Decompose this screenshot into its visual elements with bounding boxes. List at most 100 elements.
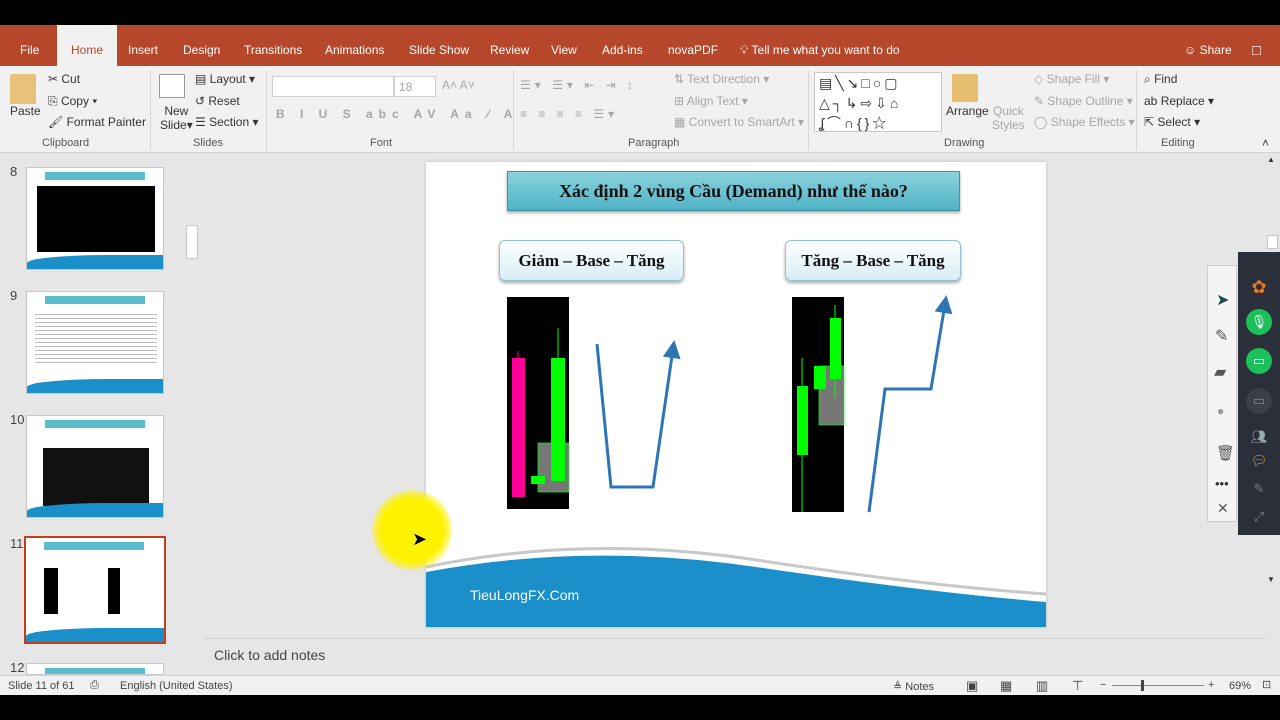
tell-me-text: Tell me what you want to do xyxy=(751,43,900,57)
meeting-panel: ✿ 🎙︎ ▭ ▭ 👥︎ 💬︎ ✎ ⤢ xyxy=(1238,252,1280,535)
divider xyxy=(150,70,151,150)
share-button[interactable]: ☺ Share xyxy=(1184,25,1232,66)
font-name-input[interactable] xyxy=(272,76,394,97)
collapse-ribbon-icon[interactable]: ˄ xyxy=(1262,136,1269,150)
zoom-out-button[interactable]: − xyxy=(1100,679,1106,691)
notes-pane[interactable]: Click to add notes xyxy=(204,638,1266,673)
zoom-in-button[interactable]: + xyxy=(1208,679,1214,691)
format-painter-button[interactable]: 🖌︎ Format Painter xyxy=(48,115,146,129)
thumbnail-number: 10 xyxy=(10,412,25,427)
slide-thumbnail-10[interactable] xyxy=(26,415,164,518)
tell-me-box[interactable]: 💡︎ Tell me what you want to do xyxy=(740,25,900,66)
slideshow-icon[interactable]: ⊤ xyxy=(1072,678,1083,694)
align-buttons[interactable]: ≡ ≡ ≡ ≡ ☰▾ xyxy=(520,107,618,121)
lightbulb-icon: 💡︎ xyxy=(740,43,752,57)
notes-toggle[interactable]: ≜ Notes xyxy=(893,680,934,693)
chat-icon[interactable]: 💬︎ xyxy=(1246,448,1272,474)
slide-sorter-icon[interactable]: ▦ xyxy=(1000,678,1012,694)
scrollbar-thumb[interactable] xyxy=(186,225,198,259)
arrange-icon[interactable] xyxy=(952,74,978,102)
tab-slide-show[interactable]: Slide Show xyxy=(409,25,469,66)
more-icon[interactable]: ••• xyxy=(1215,476,1229,491)
tab-animations[interactable]: Animations xyxy=(325,25,384,66)
shape-effects-button[interactable]: ◯ Shape Effects ▾ xyxy=(1034,115,1135,129)
font-format-buttons[interactable]: B I U S abc AV Aa ⁄ A xyxy=(276,107,518,121)
thumbnail-number: 9 xyxy=(10,288,18,303)
tab-add-ins[interactable]: Add-ins xyxy=(602,25,643,66)
cursor-icon: ⇱ xyxy=(1144,115,1158,129)
quick-styles-button[interactable]: Quick Styles xyxy=(992,104,1025,132)
grow-font-button[interactable]: A˄ A˅ xyxy=(442,78,475,92)
replace-label: Replace xyxy=(1160,94,1205,108)
cut-label: Cut xyxy=(61,72,81,86)
tab-file[interactable]: File xyxy=(20,25,39,66)
slide-thumbnail-12[interactable] xyxy=(26,663,164,675)
bull-candle xyxy=(830,318,841,379)
zoom-slider-thumb[interactable] xyxy=(1141,680,1145,691)
shapes-gallery[interactable]: ▤╲↘□○▢ △┐↳⇨⇩⌂ ʆ⌒∩{}☆ xyxy=(814,72,942,132)
tab-insert[interactable]: Insert xyxy=(128,25,158,66)
slide-thumbnail-11[interactable] xyxy=(24,536,166,644)
layout-button[interactable]: ▤ Layout ▾ xyxy=(195,72,255,86)
new-slide-button[interactable]: New Slide▾ xyxy=(160,104,193,132)
new-slide-icon[interactable] xyxy=(159,74,185,98)
pen-icon[interactable]: ✎ xyxy=(1246,476,1272,502)
replace-button[interactable]: ab Replace ▾ xyxy=(1144,94,1214,108)
trash-icon[interactable]: 🗑︎ xyxy=(1216,444,1235,462)
pointer-tool-icon[interactable]: ➤ xyxy=(1216,290,1229,310)
shape-outline-button[interactable]: ✎ Shape Outline ▾ xyxy=(1034,94,1133,108)
cut-button[interactable]: ✂ Cut xyxy=(48,72,80,86)
camera-icon[interactable]: ▭ xyxy=(1246,388,1272,414)
new-slide-label-1: New xyxy=(164,104,189,118)
zoom-level[interactable]: 69% xyxy=(1229,680,1251,692)
copy-button[interactable]: ⎘ Copy ▾ xyxy=(48,94,97,109)
reading-view-icon[interactable]: ▥ xyxy=(1036,678,1048,694)
align-text-button[interactable]: ⊞ Align Text ▾ xyxy=(674,94,748,108)
tab-novapdf[interactable]: novaPDF xyxy=(668,25,718,66)
zoom-slider[interactable] xyxy=(1112,685,1204,686)
ribbon-tabs: File Home Insert Design Transitions Anim… xyxy=(0,25,1280,66)
find-button[interactable]: ⌕ Find xyxy=(1144,72,1177,87)
tab-design[interactable]: Design xyxy=(183,25,220,66)
shape-fill-button[interactable]: ◇ Shape Fill ▾ xyxy=(1034,72,1109,86)
normal-view-icon[interactable]: ▣ xyxy=(966,678,978,694)
eraser-tool-icon[interactable]: ▰ xyxy=(1214,362,1226,382)
thumbnail-scrollbar[interactable] xyxy=(185,153,199,675)
screen-share-icon[interactable]: ▭ xyxy=(1246,348,1272,374)
comment-icon[interactable]: □ xyxy=(1252,25,1261,66)
list-buttons[interactable]: ☰▾ ☰▾ ⇤ ⇥ ↕ xyxy=(520,78,637,92)
notes-placeholder[interactable]: Click to add notes xyxy=(214,647,325,663)
scrollbar-thumb[interactable] xyxy=(1267,235,1278,249)
new-slide-label-2: Slide xyxy=(160,118,187,132)
shape-effects-label: Shape Effects xyxy=(1050,115,1126,129)
select-button[interactable]: ⇱ Select ▾ xyxy=(1144,115,1200,129)
section-label: Section xyxy=(209,115,250,129)
tab-home[interactable]: Home xyxy=(57,25,118,66)
slide-thumbnail-pane: 8 9 10 11 12 xyxy=(0,153,200,675)
fit-to-window-icon[interactable]: ⊡ xyxy=(1262,678,1271,691)
arrange-button[interactable]: Arrange xyxy=(946,104,989,118)
microphone-icon[interactable]: 🎙︎ xyxy=(1246,309,1272,335)
convert-smartart-button[interactable]: ▦ Convert to SmartArt ▾ xyxy=(674,115,804,129)
paste-button[interactable]: Paste xyxy=(10,104,41,118)
shape-fill-label: Shape Fill xyxy=(1046,72,1100,86)
paste-icon[interactable] xyxy=(10,74,36,104)
reset-button[interactable]: ↺ Reset xyxy=(195,94,240,108)
tab-view[interactable]: View xyxy=(551,25,577,66)
expand-icon[interactable]: ⤢ xyxy=(1246,504,1272,530)
spell-check-icon[interactable]: ⎙ xyxy=(90,679,99,692)
slide-thumbnail-8[interactable] xyxy=(26,167,164,270)
language-indicator[interactable]: English (United States) xyxy=(120,680,233,692)
slide-canvas[interactable]: Xác định 2 vùng Cầu (Demand) như thế nào… xyxy=(426,162,1046,627)
pen-tool-icon[interactable]: ✎ xyxy=(1215,326,1228,346)
text-direction-button[interactable]: ⇅ Text Direction ▾ xyxy=(674,72,769,86)
participants-icon[interactable]: 👥︎ xyxy=(1246,424,1272,450)
slide-thumbnail-9[interactable] xyxy=(26,291,164,394)
tab-transitions[interactable]: Transitions xyxy=(244,25,302,66)
close-icon[interactable]: ✕ xyxy=(1217,500,1229,517)
tab-review[interactable]: Review xyxy=(490,25,529,66)
clipboard-group-label: Clipboard xyxy=(42,137,90,149)
section-button[interactable]: ☰ Section ▾ xyxy=(195,115,258,129)
font-size-input[interactable]: 18 xyxy=(394,76,436,97)
laser-tool-icon[interactable]: ● xyxy=(1217,404,1224,418)
